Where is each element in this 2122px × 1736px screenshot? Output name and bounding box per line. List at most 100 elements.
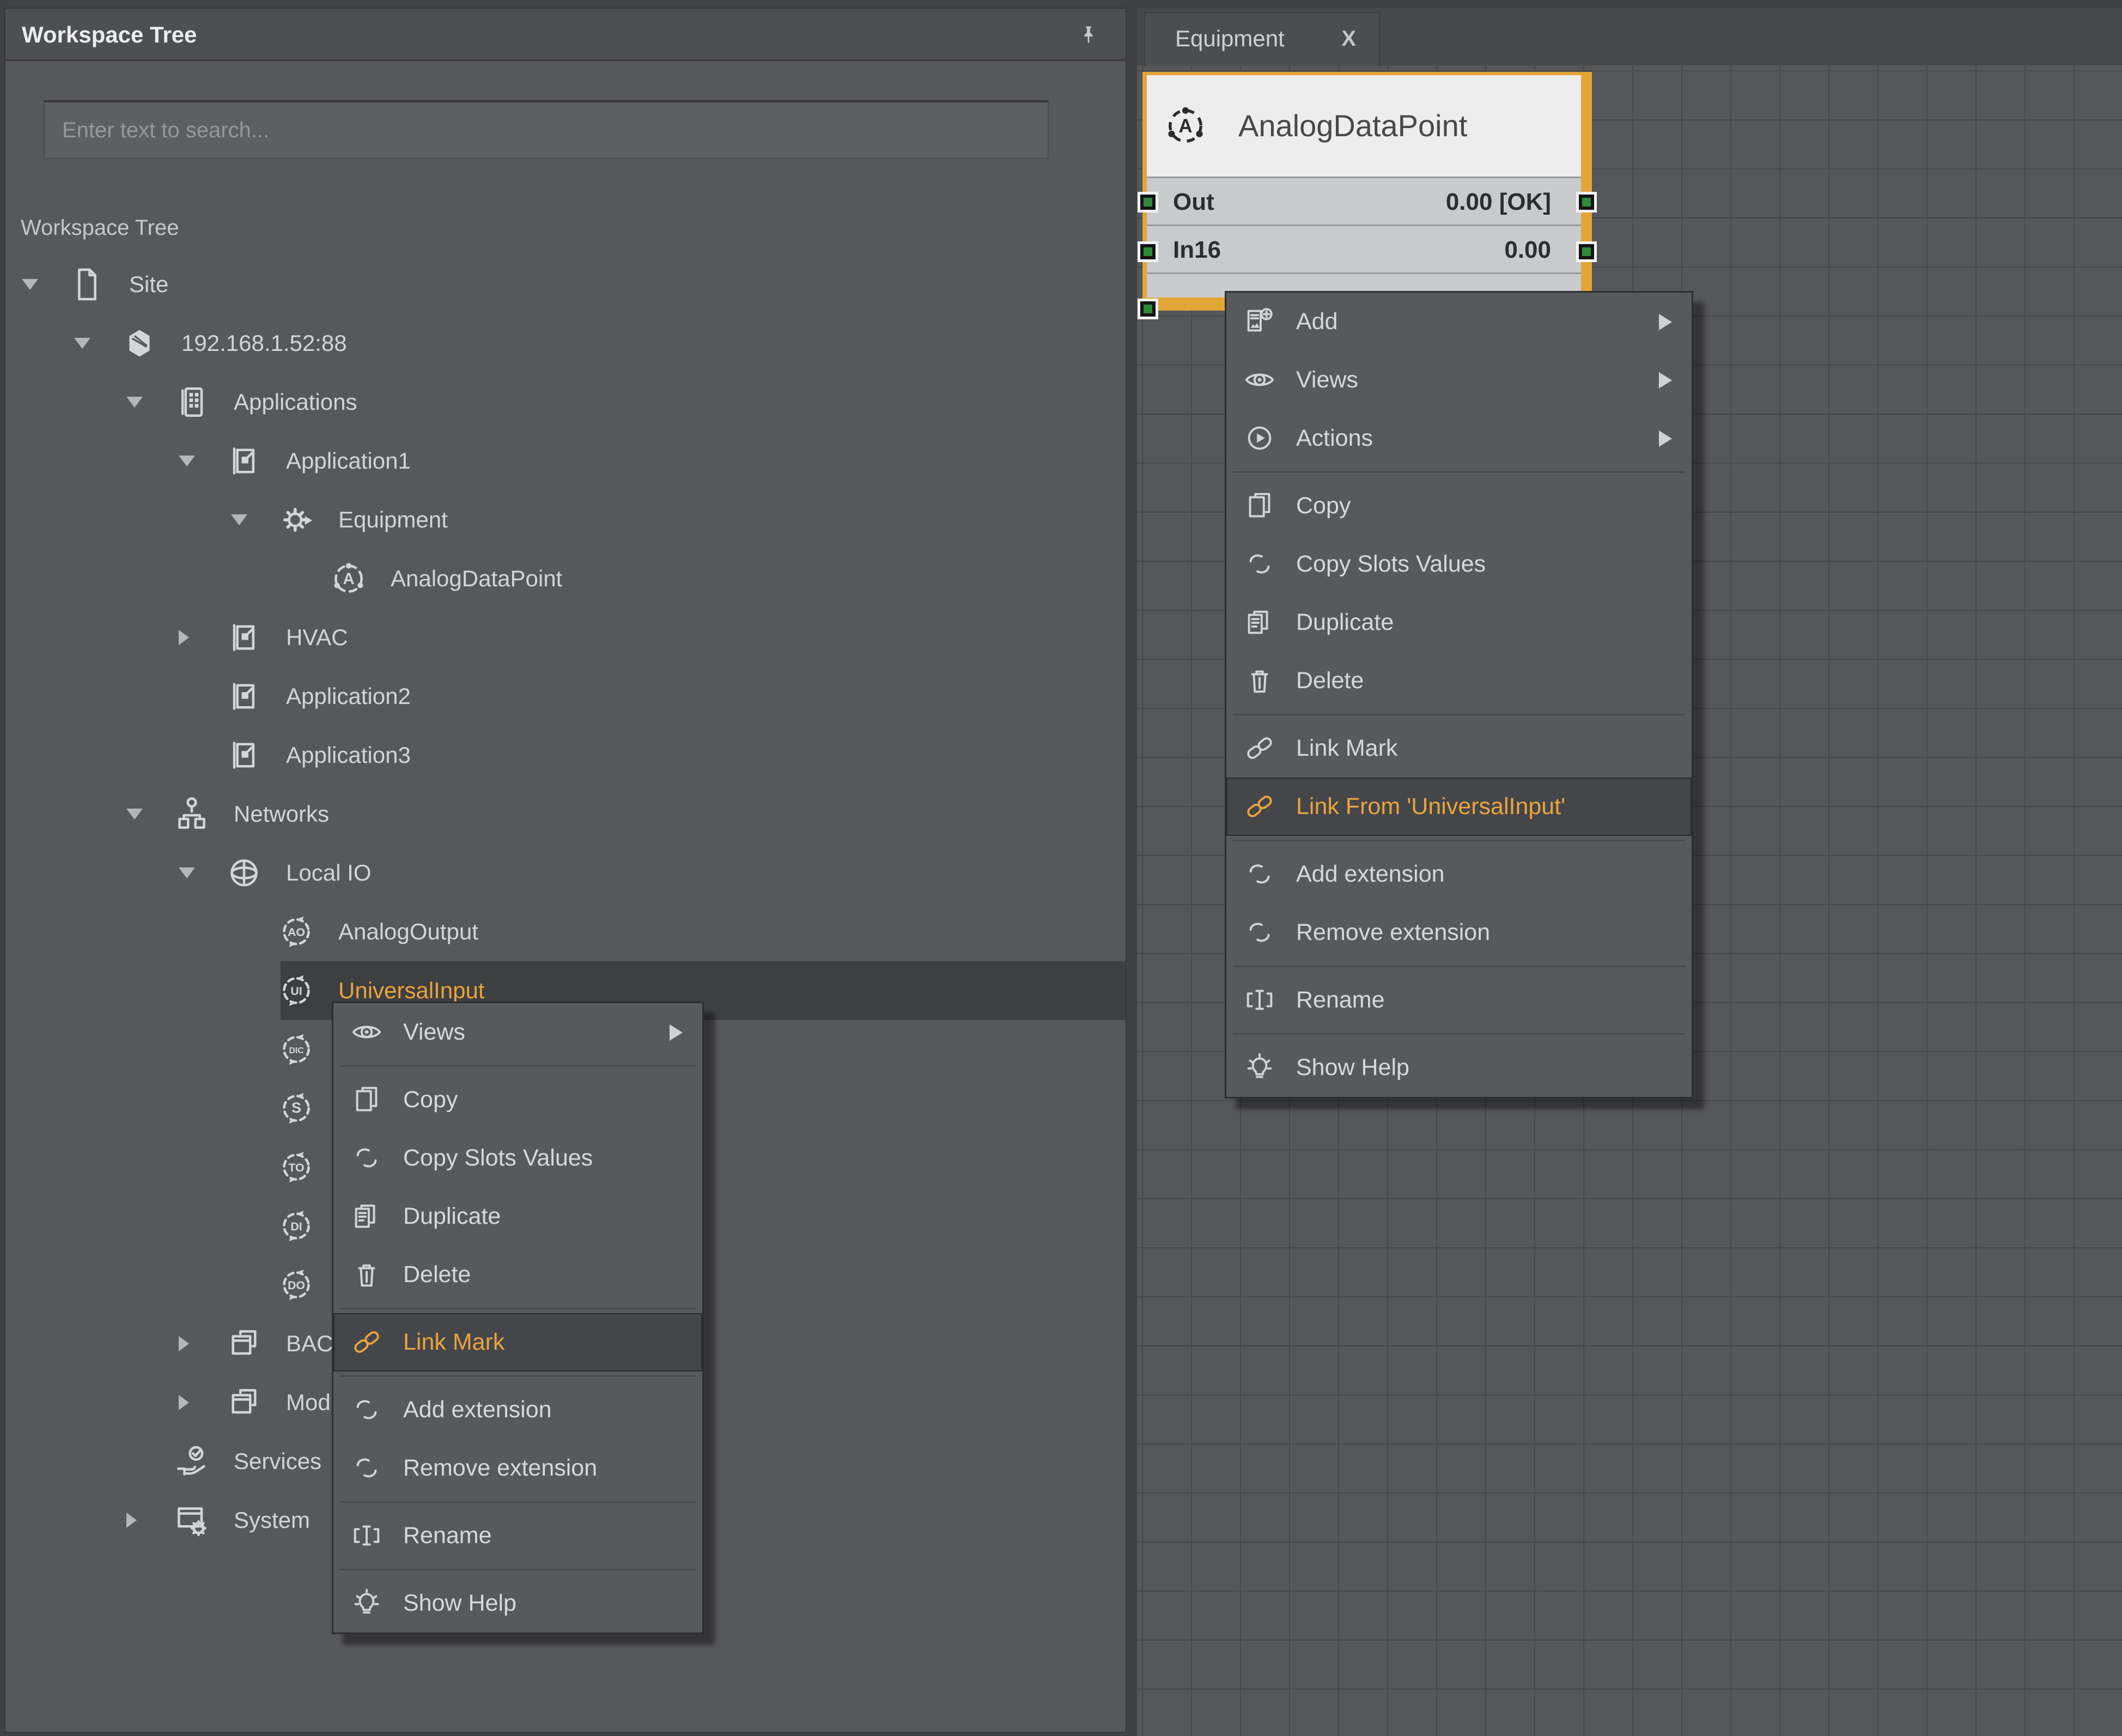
menu-item-copy[interactable]: Copy	[333, 1071, 702, 1129]
tab-equipment[interactable]: Equipment X	[1144, 12, 1380, 65]
menu-item-remove-extension[interactable]: Remove extension	[1226, 903, 1692, 962]
search-input[interactable]	[45, 102, 1048, 158]
menu-item-label: Duplicate	[1296, 593, 1394, 652]
expand-down-icon[interactable]	[22, 279, 38, 290]
menu-item-copy-slots-values[interactable]: Copy Slots Values	[333, 1129, 702, 1187]
menu-item-add-extension[interactable]: Add extension	[1226, 845, 1692, 903]
menu-item-show-help[interactable]: Show Help	[1226, 1039, 1692, 1097]
block-header[interactable]: A AnalogDataPoint	[1147, 75, 1581, 177]
submenu-arrow-icon	[1659, 430, 1672, 447]
tree-item-label: Mod	[286, 1373, 331, 1432]
expand-down-icon[interactable]	[231, 514, 247, 525]
menu-item-delete[interactable]: Delete	[333, 1246, 702, 1304]
menu-item-views[interactable]: Views	[333, 1003, 702, 1061]
menu-separator	[1226, 710, 1692, 719]
tab-label: Equipment	[1175, 13, 1285, 64]
menu-item-add[interactable]: Add	[1226, 293, 1692, 351]
menu-item-delete[interactable]: Delete	[1226, 652, 1692, 710]
expand-right-icon[interactable]	[179, 630, 189, 645]
tree-item-equipment[interactable]: Equipment	[5, 490, 1126, 549]
menu-item-rename[interactable]: Rename	[333, 1507, 702, 1565]
slot-row-out[interactable]: Out 0.00 [OK]	[1147, 177, 1581, 224]
tree-item-site[interactable]: Site	[5, 255, 1126, 314]
search-box	[44, 100, 1049, 159]
menu-item-label: Remove extension	[403, 1439, 597, 1497]
tab-close-icon[interactable]: X	[1341, 13, 1356, 64]
tree-item-label: Application1	[286, 432, 411, 490]
expand-down-icon[interactable]	[126, 809, 143, 820]
menu-separator	[333, 1061, 702, 1071]
tree-item-analogdatapoint[interactable]: A AnalogDataPoint	[5, 549, 1126, 608]
menu-item-label: Link Mark	[1296, 719, 1397, 778]
menu-item-label: Remove extension	[1296, 903, 1490, 962]
tree-item-hvac[interactable]: HVAC	[5, 608, 1126, 667]
tree-item-label: Local IO	[286, 843, 371, 902]
tree-item-networks[interactable]: Networks	[5, 785, 1126, 843]
appwin-icon	[224, 618, 264, 657]
menu-item-label: Link Mark	[403, 1313, 504, 1371]
menu-item-copy-slots-values[interactable]: Copy Slots Values	[1226, 535, 1692, 593]
io-S-icon: S	[277, 1089, 316, 1128]
tree-item-local-io[interactable]: Local IO	[5, 843, 1126, 902]
connector-handle[interactable]	[1576, 192, 1597, 213]
connector-handle[interactable]	[1138, 299, 1158, 319]
menu-item-link-from-universalinput[interactable]: Link From 'UniversalInput'	[1226, 778, 1692, 836]
pin-icon[interactable]	[1077, 20, 1100, 51]
tree-item-application1[interactable]: Application1	[5, 432, 1126, 490]
menu-item-link-mark[interactable]: Link Mark	[333, 1313, 702, 1371]
menu-item-actions[interactable]: Actions	[1226, 409, 1692, 468]
expand-down-icon[interactable]	[179, 456, 195, 466]
menu-item-views[interactable]: Views	[1226, 351, 1692, 409]
link-icon	[350, 1325, 384, 1359]
tree-item-label: Services	[234, 1432, 321, 1491]
menu-item-copy[interactable]: Copy	[1226, 477, 1692, 535]
menu-item-duplicate[interactable]: Duplicate	[333, 1187, 702, 1246]
io-DIC-icon: DIC	[277, 1030, 316, 1069]
slot-row-in16[interactable]: In16 0.00	[1147, 224, 1581, 272]
io-UI-icon: UI	[277, 971, 316, 1010]
eye-icon	[350, 1015, 384, 1049]
menu-item-duplicate[interactable]: Duplicate	[1226, 593, 1692, 652]
io-AO-icon: AO	[277, 912, 316, 951]
adp-icon: A	[329, 559, 368, 598]
block-title: AnalogDataPoint	[1238, 75, 1467, 177]
appwin-icon	[224, 736, 264, 775]
expand-right-icon[interactable]	[179, 1395, 189, 1410]
expand-right-icon[interactable]	[126, 1513, 137, 1528]
connector-handle[interactable]	[1138, 241, 1158, 262]
menu-item-label: Delete	[403, 1246, 471, 1304]
menu-item-link-mark[interactable]: Link Mark	[1226, 719, 1692, 778]
menu-item-rename[interactable]: Rename	[1226, 971, 1692, 1029]
menu-item-label: Add extension	[1296, 845, 1445, 903]
menu-item-label: Rename	[1296, 971, 1385, 1029]
tree-item-analogoutput[interactable]: AOAnalogOutput	[5, 902, 1126, 961]
localio-icon	[224, 853, 264, 893]
arcs-icon	[1243, 915, 1276, 949]
expand-right-icon[interactable]	[179, 1336, 189, 1351]
link-icon	[1243, 731, 1276, 765]
analog-point-icon: A	[1162, 102, 1209, 149]
stackwin-icon	[224, 1383, 264, 1422]
expand-down-icon[interactable]	[179, 867, 195, 878]
tree-item-application2[interactable]: Application2	[5, 667, 1126, 726]
expand-down-icon[interactable]	[126, 397, 143, 408]
menu-item-remove-extension[interactable]: Remove extension	[333, 1439, 702, 1497]
tree-item-application3[interactable]: Application3	[5, 726, 1126, 785]
expand-down-icon[interactable]	[74, 338, 90, 349]
services-icon	[172, 1442, 211, 1481]
canvas-context-menu: AddViewsActions CopyCopy Slots ValuesDupl…	[1225, 291, 1693, 1098]
menu-item-label: Add	[1296, 293, 1338, 351]
connector-handle[interactable]	[1576, 241, 1597, 262]
svg-text:DIC: DIC	[289, 1046, 303, 1055]
tree-item-label: AnalogDataPoint	[391, 549, 562, 608]
tree-item-192-168-1-52-88[interactable]: 192.168.1.52:88	[5, 314, 1126, 373]
menu-separator	[1226, 468, 1692, 477]
menu-item-show-help[interactable]: Show Help	[333, 1574, 702, 1632]
connector-handle[interactable]	[1138, 192, 1158, 213]
tree-item-label: Site	[129, 255, 168, 314]
adddoc-icon	[1243, 305, 1276, 338]
analog-data-point-block[interactable]: A AnalogDataPoint Out 0.00 [OK] In16 0.0…	[1142, 72, 1592, 311]
menu-item-label: Actions	[1296, 409, 1373, 468]
menu-item-add-extension[interactable]: Add extension	[333, 1381, 702, 1439]
tree-item-applications[interactable]: Applications	[5, 373, 1126, 432]
